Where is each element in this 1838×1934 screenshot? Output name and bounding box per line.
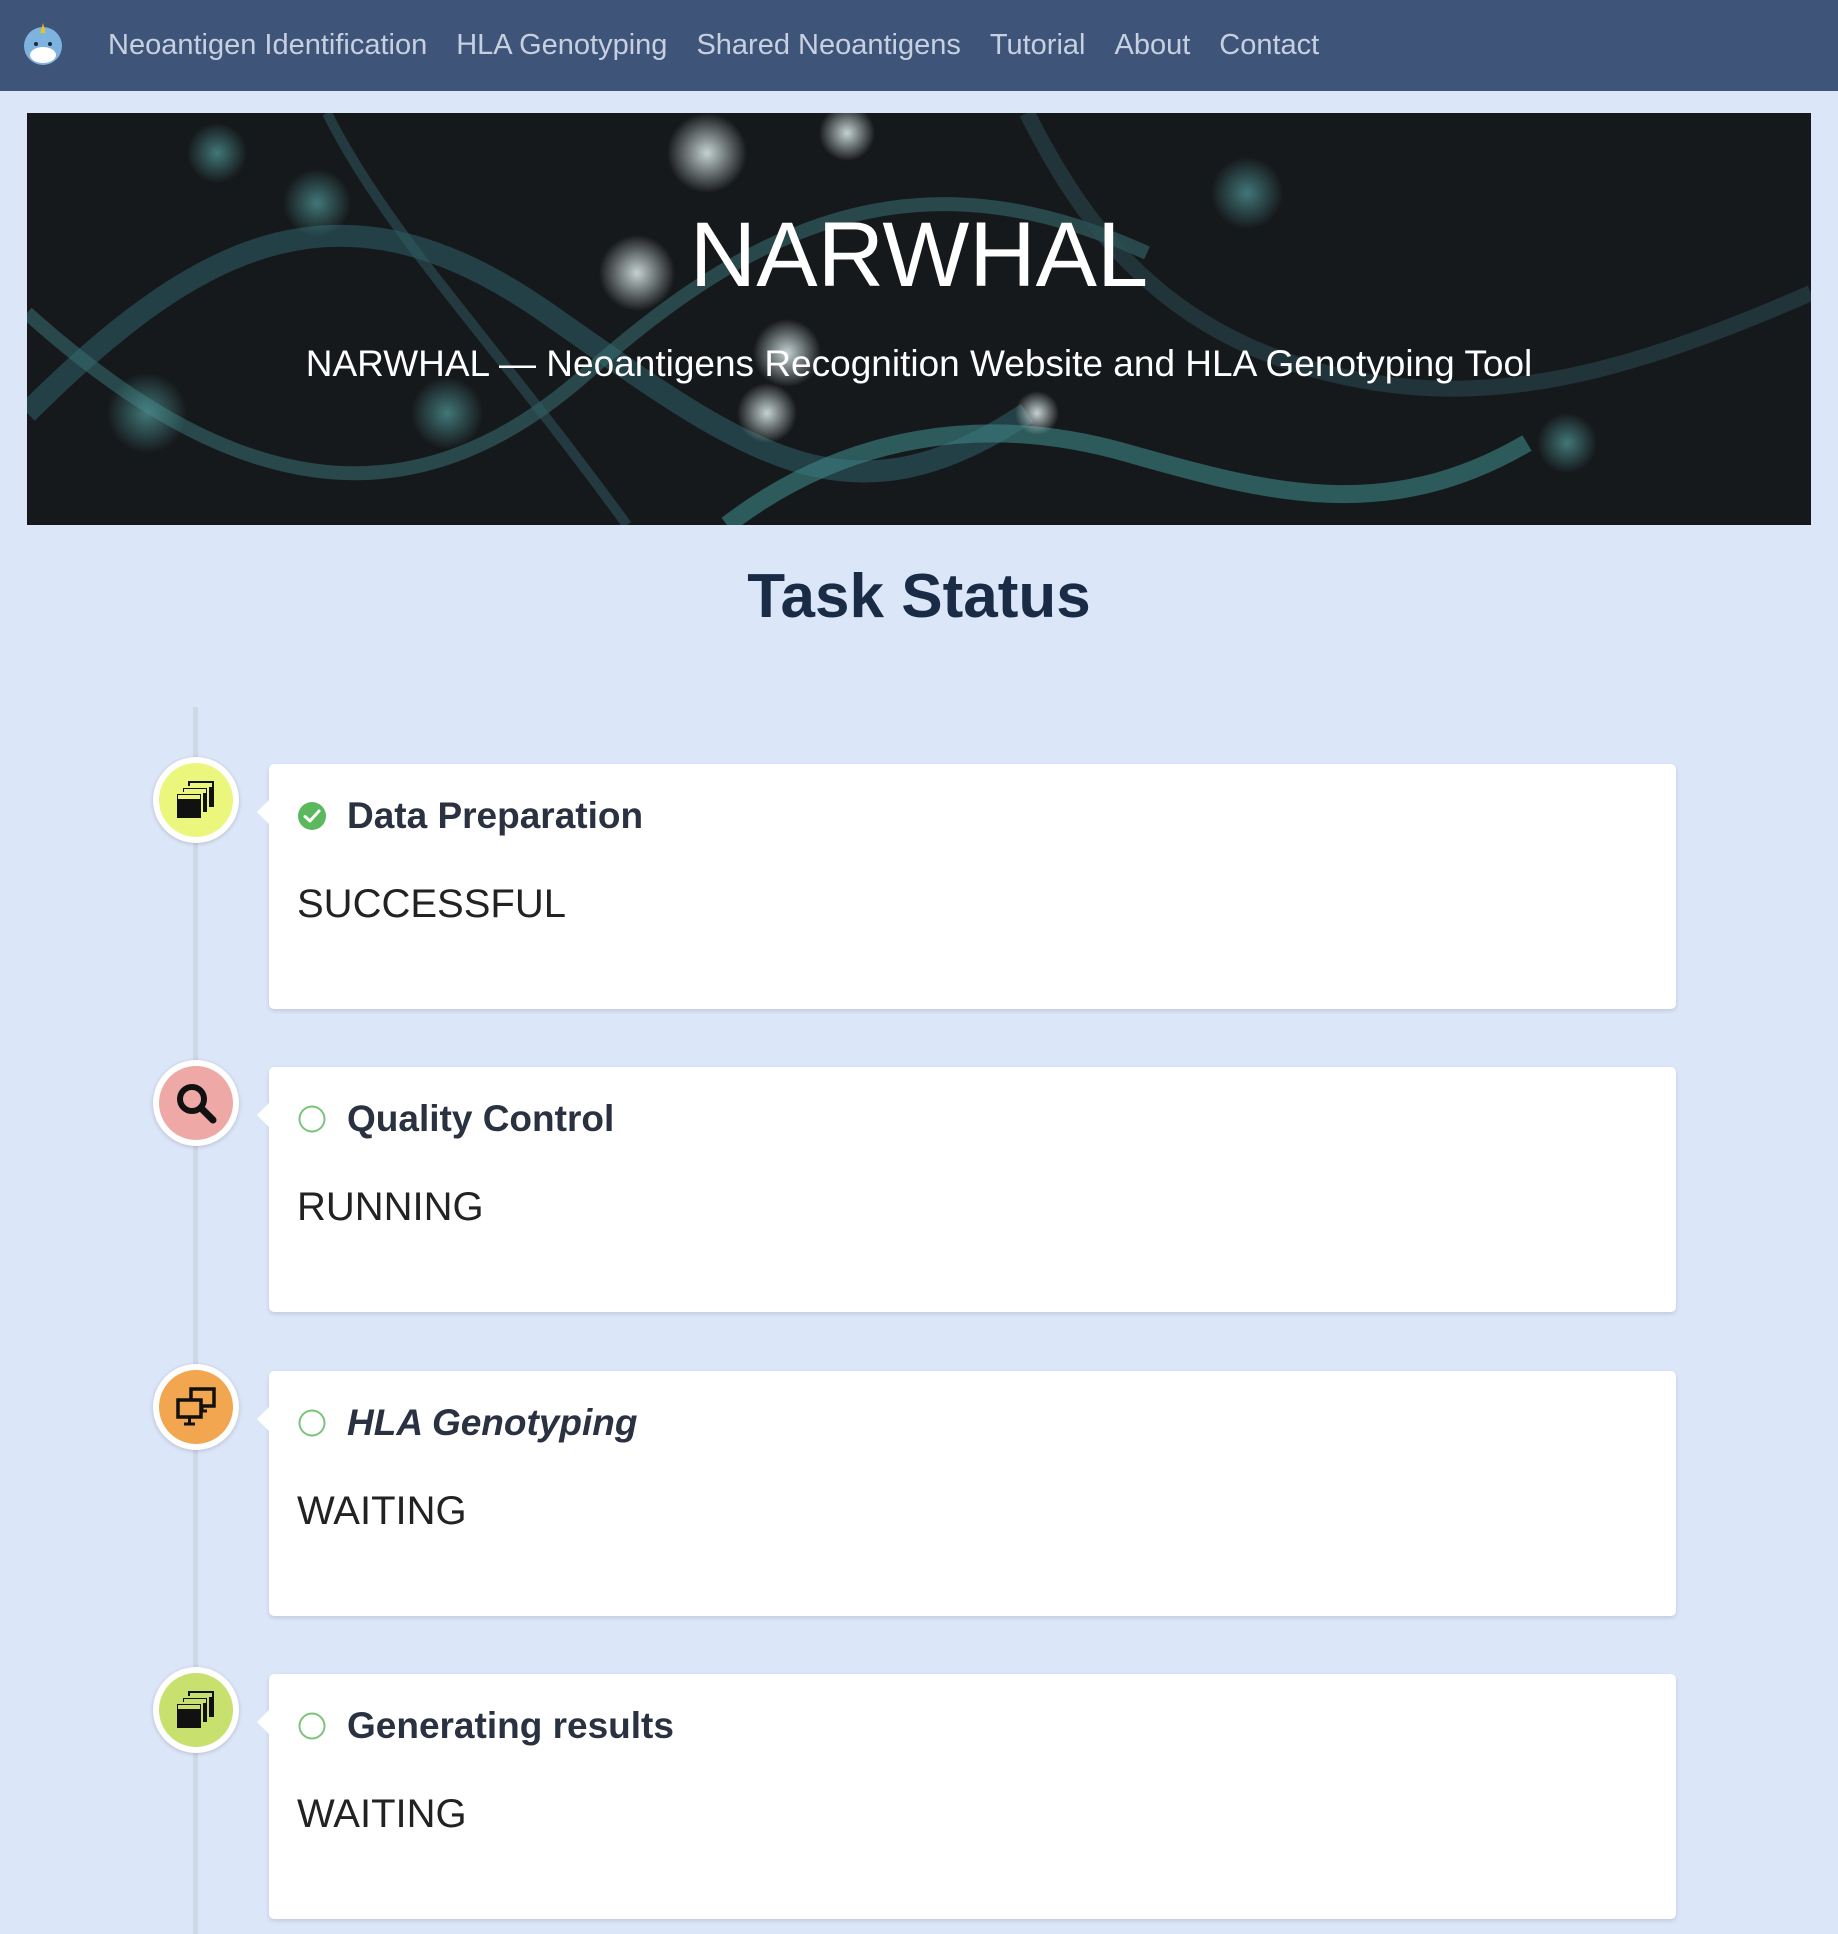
step-title: Quality Control [347, 1098, 615, 1139]
nav-link-tutorial[interactable]: Tutorial [990, 29, 1086, 62]
step-icon-generating-results [153, 1667, 239, 1753]
step-status: WAITING [297, 1792, 467, 1836]
step-status: WAITING [297, 1489, 467, 1533]
top-navbar: Neoantigen Identification HLA Genotyping… [0, 0, 1838, 91]
step-card-data-preparation: Data Preparation SUCCESSFUL [257, 764, 1676, 1009]
step-title: Data Preparation [347, 795, 644, 836]
dna-background-image [27, 113, 1811, 525]
stacked-windows-icon [159, 1673, 233, 1747]
empty-circle-icon [298, 1712, 326, 1740]
step-header: Data Preparation [297, 794, 643, 838]
nav-link-neoantigen-identification[interactable]: Neoantigen Identification [108, 29, 427, 62]
step-icon-data-preparation [153, 757, 239, 843]
stacked-windows-icon [159, 763, 233, 837]
step-status: SUCCESSFUL [297, 882, 566, 926]
narwhal-logo-icon[interactable] [21, 22, 65, 66]
magnifier-icon [159, 1066, 233, 1140]
step-header: Generating results [297, 1704, 674, 1748]
empty-circle-icon [298, 1105, 326, 1133]
nav-link-hla-genotyping[interactable]: HLA Genotyping [456, 29, 667, 62]
step-header: Quality Control [297, 1097, 614, 1141]
monitors-icon [159, 1370, 233, 1444]
step-title: Generating results [347, 1705, 674, 1746]
step-title: HLA Genotyping [347, 1402, 638, 1443]
step-icon-hla-genotyping [153, 1364, 239, 1450]
step-status: RUNNING [297, 1185, 484, 1229]
step-icon-quality-control [153, 1060, 239, 1146]
check-circle-icon [298, 802, 326, 830]
empty-circle-icon [298, 1409, 326, 1437]
nav-links: Neoantigen Identification HLA Genotyping… [108, 0, 1348, 91]
page-title: Task Status [747, 562, 1091, 631]
step-header: HLA Genotyping [297, 1401, 638, 1445]
hero-title: NARWHAL [689, 204, 1149, 306]
hero-banner: NARWHAL NARWHAL — Neoantigens Recognitio… [27, 113, 1811, 525]
step-card-hla-genotyping: HLA Genotyping WAITING [257, 1371, 1676, 1616]
nav-link-contact[interactable]: Contact [1219, 29, 1319, 62]
step-card-generating-results: Generating results WAITING [257, 1674, 1676, 1919]
nav-link-shared-neoantigens[interactable]: Shared Neoantigens [696, 29, 960, 62]
step-card-quality-control: Quality Control RUNNING [257, 1067, 1676, 1312]
nav-link-about[interactable]: About [1114, 29, 1190, 62]
hero-subtitle: NARWHAL — Neoantigens Recognition Websit… [305, 343, 1533, 384]
